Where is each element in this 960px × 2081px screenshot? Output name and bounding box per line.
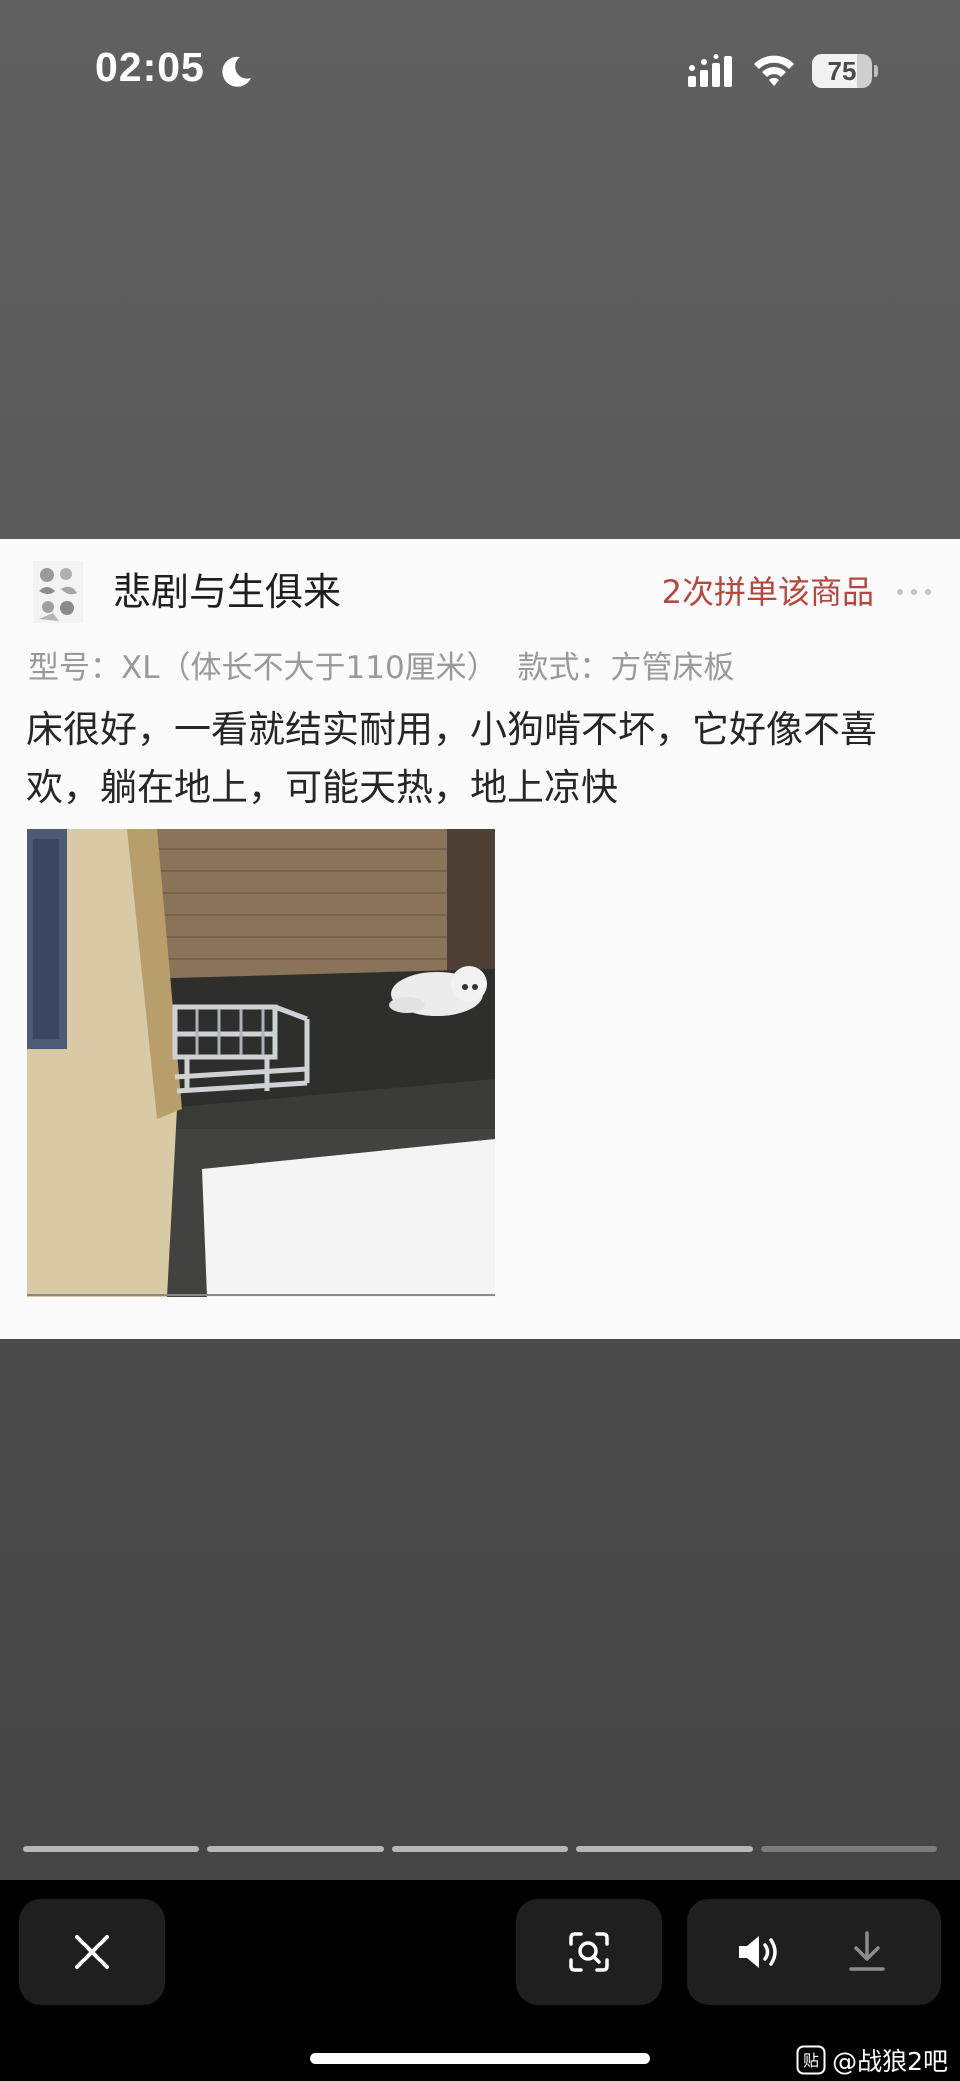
- story-progress-bar: [23, 1846, 937, 1854]
- product-spec: 型号：XL（体长不大于110厘米） 款式：方管床板: [28, 650, 735, 686]
- volume-icon[interactable]: [735, 1932, 781, 1972]
- download-icon[interactable]: [847, 1930, 887, 1974]
- review-photo[interactable]: [27, 829, 495, 1297]
- review-text: 床很好，一看就结实耐用，小狗啃不坏，它好像不喜欢，躺在地上，可能天热，地上凉快: [26, 708, 877, 809]
- progress-segment: [576, 1846, 753, 1852]
- watermark: 贴 @战狼2吧: [796, 2042, 948, 2078]
- home-indicator[interactable]: [310, 2053, 650, 2064]
- moon-icon: [222, 56, 251, 87]
- battery-indicator: 75: [812, 54, 878, 88]
- scan-search-icon: [569, 1932, 609, 1972]
- media-controls: [687, 1899, 941, 2005]
- svg-text:贴: 贴: [803, 2051, 819, 2070]
- close-icon: [75, 1935, 109, 1969]
- review-screenshot: 悲剧与生俱来 2次拼单该商品 型号：XL（体长不大于110厘米） 款式：方管床板…: [0, 539, 960, 1339]
- wifi-icon: [754, 55, 794, 86]
- battery-percent: 75: [827, 56, 857, 86]
- bottom-toolbar: 贴 @战狼2吧: [0, 1880, 960, 2081]
- status-bar: 02:05 75: [0, 0, 960, 140]
- image-search-button[interactable]: [516, 1899, 662, 2005]
- progress-segment: [391, 1846, 569, 1852]
- status-time: 02:05: [95, 44, 205, 90]
- purchase-count-badge: 2次拼单该商品: [661, 573, 874, 611]
- tieba-logo-icon: 贴: [796, 2045, 826, 2075]
- progress-segment: [760, 1846, 937, 1852]
- user-avatar: [33, 561, 83, 623]
- cellular-signal-icon: [688, 54, 732, 87]
- progress-segment: [207, 1846, 384, 1852]
- watermark-text: @战狼2吧: [832, 2047, 948, 2076]
- progress-segment: [23, 1846, 200, 1852]
- username[interactable]: 悲剧与生俱来: [113, 565, 341, 619]
- more-options-icon[interactable]: [896, 587, 932, 597]
- close-button[interactable]: [19, 1899, 165, 2005]
